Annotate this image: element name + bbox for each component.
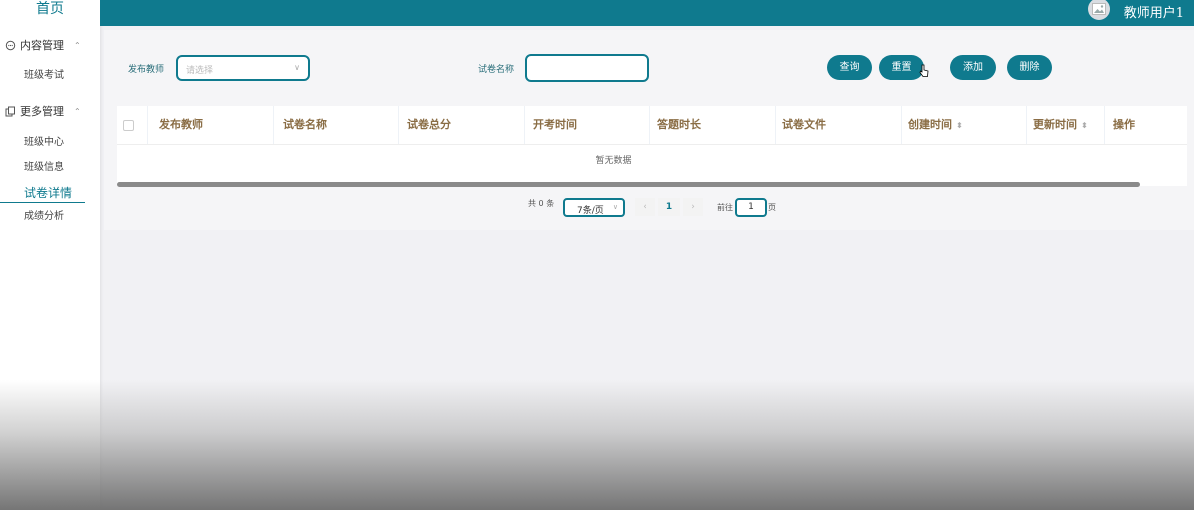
page-number[interactable]: 1 <box>658 198 680 216</box>
column-header-label: 创建时间 <box>908 118 952 131</box>
reset-button[interactable]: 重置 <box>879 55 924 80</box>
goto-page-input[interactable]: 1 <box>735 198 767 217</box>
image-icon <box>1092 3 1106 15</box>
select-all-checkbox[interactable] <box>123 120 134 131</box>
page-size-value: 7条/页 <box>577 206 604 216</box>
teacher-filter-label: 发布教师 <box>128 65 165 75</box>
column-header: 试卷总分 <box>399 106 525 144</box>
user-name[interactable]: 教师用户1 <box>1124 2 1184 21</box>
goto-suffix: 页 <box>768 203 776 212</box>
column-header: 答题时长 <box>650 106 776 144</box>
select-all-cell <box>117 106 148 144</box>
total-prefix: 共 <box>528 199 536 208</box>
goto-prefix: 前往 <box>717 203 733 212</box>
hand-cursor-icon <box>919 64 929 77</box>
chat-icon <box>5 40 16 51</box>
menu-group-content[interactable]: 内容管理 ⌃ <box>0 35 100 55</box>
chevron-down-icon: ∨ <box>612 203 618 211</box>
chevron-down-icon: ∨ <box>294 63 300 72</box>
column-header: 开考时间 <box>525 106 650 144</box>
table-header: 发布教师 试卷名称 试卷总分 开考时间 答题时长 试卷文件 创建时间 ⬍ 更新时间… <box>117 106 1187 145</box>
empty-text: 暂无数据 <box>595 156 632 166</box>
sort-icon[interactable]: ⬍ <box>1081 121 1088 130</box>
column-header: 试卷名称 <box>274 106 399 144</box>
total-count: 0 <box>538 199 544 208</box>
pagination-total: 共 0 条 <box>528 198 554 209</box>
top-bar: 教师用户1 <box>100 0 1194 26</box>
chevron-up-icon: ⌃ <box>74 106 81 116</box>
column-header-label: 更新时间 <box>1033 118 1077 131</box>
prev-page-button[interactable]: ‹ <box>635 198 655 216</box>
chevron-up-icon: ⌃ <box>74 40 81 50</box>
sidebar-item-score-analysis[interactable]: 成绩分析 <box>0 208 100 226</box>
column-header-sortable[interactable]: 更新时间 ⬍ <box>1027 106 1105 144</box>
next-page-button[interactable]: › <box>683 198 703 216</box>
add-button[interactable]: 添加 <box>950 55 996 80</box>
column-header: 发布教师 <box>148 106 274 144</box>
sidebar-item-paper-detail[interactable]: 试卷详情 <box>0 184 85 203</box>
paper-name-label: 试卷名称 <box>478 65 515 75</box>
column-header: 试卷文件 <box>776 106 902 144</box>
menu-group-label: 内容管理 <box>20 39 64 52</box>
sidebar-item-class-center[interactable]: 班级中心 <box>0 134 100 152</box>
teacher-select[interactable]: 请选择 ∨ <box>176 55 310 81</box>
copy-icon <box>5 106 16 117</box>
query-button[interactable]: 查询 <box>827 55 872 80</box>
sidebar-item-class-info[interactable]: 班级信息 <box>0 159 100 177</box>
menu-group-more[interactable]: 更多管理 ⌃ <box>0 101 100 121</box>
bottom-shadow-overlay <box>0 380 1194 510</box>
total-suffix: 条 <box>546 199 555 208</box>
avatar[interactable] <box>1088 0 1110 20</box>
menu-group-label: 更多管理 <box>20 105 64 118</box>
column-header: 操作 <box>1113 118 1135 131</box>
sort-icon[interactable]: ⬍ <box>956 121 963 130</box>
sidebar: 首页 内容管理 ⌃ 班级考试 更多管理 ⌃ 班级中心 班级信息 试卷详情 成绩分… <box>0 0 100 510</box>
delete-button[interactable]: 删除 <box>1007 55 1052 80</box>
home-link[interactable]: 首页 <box>0 0 100 20</box>
sidebar-item-class-exam[interactable]: 班级考试 <box>0 67 100 85</box>
column-header-sortable[interactable]: 创建时间 ⬍ <box>902 106 1027 144</box>
teacher-select-placeholder: 请选择 <box>186 66 214 76</box>
data-table: 发布教师 试卷名称 试卷总分 开考时间 答题时长 试卷文件 创建时间 ⬍ 更新时间… <box>117 106 1187 187</box>
horizontal-scrollbar[interactable] <box>117 182 1140 187</box>
paper-name-input[interactable] <box>525 54 649 82</box>
page-size-select[interactable]: 7条/页 ∨ <box>563 198 625 217</box>
